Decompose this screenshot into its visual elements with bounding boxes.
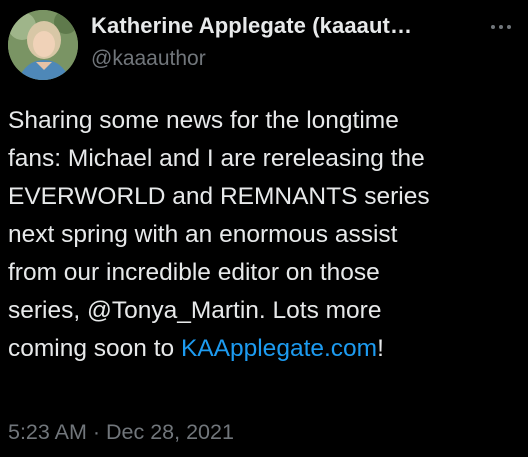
author-avatar[interactable] [8,10,78,80]
tweet-text-line: series, @Tonya_Martin. Lots more [8,297,382,324]
tweet-text-line: from our incredible editor on those [8,259,380,286]
tweet-text-line: EVERWORLD and REMNANTS series [8,183,430,210]
timestamp-date-link[interactable]: Dec 28, 2021 [106,420,234,444]
more-options-button[interactable] [484,14,518,40]
tweet-card: Katherine Applegate (kaaaut… @kaaauthor … [0,0,528,457]
tweet-text-line: fans: Michael and I are rereleasing the [8,145,425,172]
timestamp-time-link[interactable]: 5:23 AM [8,420,87,444]
avatar-photo-icon [8,10,78,80]
tweet-text-fragment: ! [377,335,384,362]
website-link[interactable]: KAApplegate.com [181,335,377,362]
author-display-name[interactable]: Katherine Applegate (kaaaut… [91,13,481,39]
tweet-text-line: next spring with an enormous assist [8,221,398,248]
timestamp-separator: · [86,420,106,444]
author-handle[interactable]: @kaaauthor [91,47,206,71]
tweet-text: Sharing some news for the longtime fans:… [8,102,520,368]
tweet-text-line: Sharing some news for the longtime [8,107,399,134]
tweet-timestamp: 5:23 AM · Dec 28, 2021 [8,420,234,445]
tweet-text-line-last: coming soon to KAApplegate.com! [8,330,520,368]
tweet-text-fragment: coming soon to [8,335,181,362]
more-horizontal-icon [489,25,513,29]
